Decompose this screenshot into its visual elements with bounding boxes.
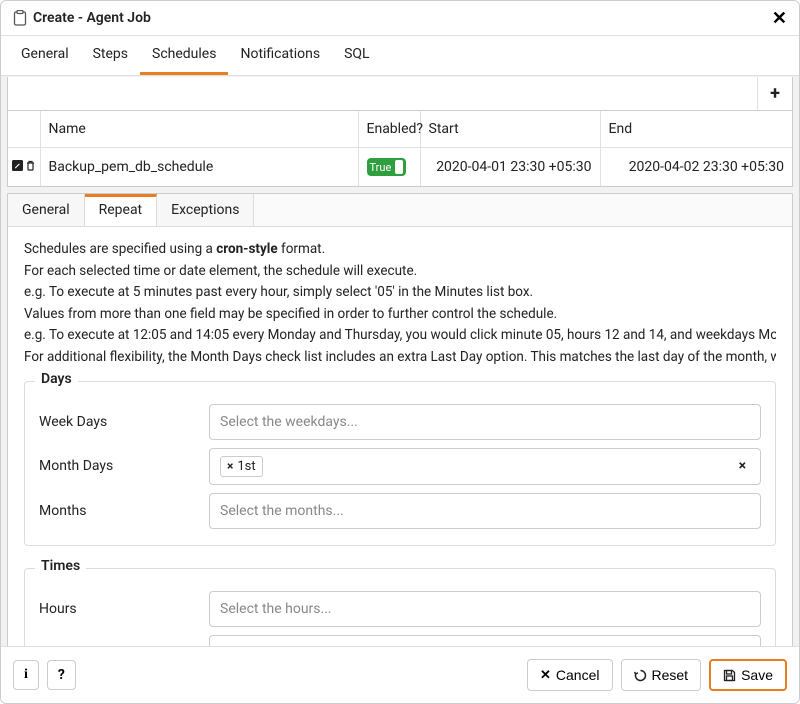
info-line1a: Schedules are specified using a [24, 241, 216, 257]
monthdays-select[interactable]: × 1st × [209, 448, 761, 485]
add-row-button[interactable]: + [758, 77, 792, 110]
toolbar-spacer [8, 77, 758, 110]
clipboard-icon [13, 10, 27, 26]
hours-row: Hours Select the hours... [39, 591, 761, 627]
subtab-general[interactable]: General [8, 194, 85, 226]
tab-sql[interactable]: SQL [332, 36, 381, 75]
table-row: Backup_pem_db_schedule True 2020-04-01 2… [8, 148, 792, 187]
schedule-subtabs: General Repeat Exceptions [8, 194, 792, 227]
enabled-toggle-label: True [370, 161, 392, 174]
save-icon [723, 669, 736, 682]
enabled-toggle[interactable]: True [367, 158, 407, 176]
row-actions [8, 148, 40, 187]
info-line1b: cron-style [216, 241, 277, 257]
info-line4: Values from more than one field may be s… [24, 304, 776, 326]
row-start: 2020-04-01 23:30 +05:30 [420, 148, 600, 187]
tab-general[interactable]: General [9, 36, 81, 75]
info-icon: i [24, 667, 28, 683]
repeat-body: Schedules are specified using a cron-sty… [8, 227, 792, 646]
minutes-row: Minutes Select the minutes... [39, 635, 761, 646]
months-select[interactable]: Select the months... [209, 493, 761, 529]
minutes-placeholder: Select the minutes... [220, 645, 347, 646]
tab-schedules[interactable]: Schedules [140, 36, 228, 75]
hours-label: Hours [39, 601, 209, 617]
token-label: 1st [237, 459, 255, 474]
token-remove-icon[interactable]: × [227, 459, 233, 473]
save-button[interactable]: Save [709, 659, 787, 691]
hours-placeholder: Select the hours... [220, 601, 332, 617]
info-line2: For each selected time or date element, … [24, 261, 776, 283]
create-agent-job-dialog: Create - Agent Job ✕ General Steps Sched… [0, 0, 800, 704]
col-start-header: Start [420, 111, 600, 148]
monthdays-label: Month Days [39, 458, 209, 474]
row-enabled: True [358, 148, 420, 187]
info-line3: e.g. To execute at 5 minutes past every … [24, 282, 776, 304]
toggle-knob [395, 160, 403, 174]
info-button[interactable]: i [13, 660, 39, 690]
row-name: Backup_pem_db_schedule [40, 148, 358, 187]
edit-icon[interactable] [12, 159, 23, 175]
dialog-title-wrap: Create - Agent Job [13, 10, 151, 26]
schedules-grid: Name Enabled? Start End [7, 111, 793, 187]
weekdays-select[interactable]: Select the weekdays... [209, 404, 761, 440]
dialog-header: Create - Agent Job ✕ [1, 1, 799, 36]
minutes-select[interactable]: Select the minutes... [209, 635, 761, 646]
subtab-exceptions[interactable]: Exceptions [157, 194, 254, 226]
tab-steps[interactable]: Steps [81, 36, 140, 75]
months-row: Months Select the months... [39, 493, 761, 529]
hours-select[interactable]: Select the hours... [209, 591, 761, 627]
dialog-title: Create - Agent Job [33, 10, 151, 26]
schedule-detail-panel: General Repeat Exceptions Schedules are … [7, 193, 793, 646]
days-legend: Days [35, 371, 78, 387]
close-icon[interactable]: ✕ [772, 9, 787, 27]
monthdays-row: Month Days × 1st × [39, 448, 761, 485]
reset-icon [634, 669, 647, 682]
cancel-icon: ✕ [540, 667, 551, 683]
info-line5: e.g. To execute at 12:05 and 14:05 every… [24, 325, 776, 347]
col-actions-header [8, 111, 40, 148]
main-tabs: General Steps Schedules Notifications SQ… [1, 36, 799, 76]
tab-notifications[interactable]: Notifications [228, 36, 332, 75]
weekdays-row: Week Days Select the weekdays... [39, 404, 761, 440]
cancel-button[interactable]: ✕ Cancel [527, 659, 613, 691]
col-enabled-header: Enabled? [358, 111, 420, 148]
info-line6: For additional flexibility, the Month Da… [24, 347, 776, 369]
grid-toolbar: + [7, 77, 793, 111]
col-name-header: Name [40, 111, 358, 148]
subtab-repeat[interactable]: Repeat [85, 194, 158, 226]
schedules-content: + Name Enabled? Start End [1, 76, 799, 646]
info-line1c: format. [278, 241, 325, 257]
months-label: Months [39, 503, 209, 519]
weekdays-label: Week Days [39, 414, 209, 430]
months-placeholder: Select the months... [220, 503, 344, 519]
save-label: Save [741, 667, 773, 683]
monthdays-token[interactable]: × 1st [220, 456, 263, 477]
minutes-label: Minutes [39, 645, 209, 646]
cancel-label: Cancel [556, 667, 600, 683]
weekdays-placeholder: Select the weekdays... [220, 414, 358, 430]
help-icon: ? [58, 667, 65, 683]
days-fieldset: Days Week Days Select the weekdays... Mo… [24, 381, 776, 546]
times-fieldset: Times Hours Select the hours... Minutes [24, 568, 776, 646]
repeat-help-text: Schedules are specified using a cron-sty… [24, 239, 776, 369]
help-button[interactable]: ? [47, 660, 76, 690]
dialog-footer: i ? ✕ Cancel Reset Save [1, 646, 799, 703]
times-legend: Times [35, 558, 86, 574]
col-end-header: End [600, 111, 792, 148]
reset-label: Reset [652, 667, 689, 683]
reset-button[interactable]: Reset [621, 659, 702, 691]
delete-icon[interactable] [25, 159, 36, 175]
row-end: 2020-04-02 23:30 +05:30 [600, 148, 792, 187]
monthdays-clear-icon[interactable]: × [735, 458, 750, 474]
